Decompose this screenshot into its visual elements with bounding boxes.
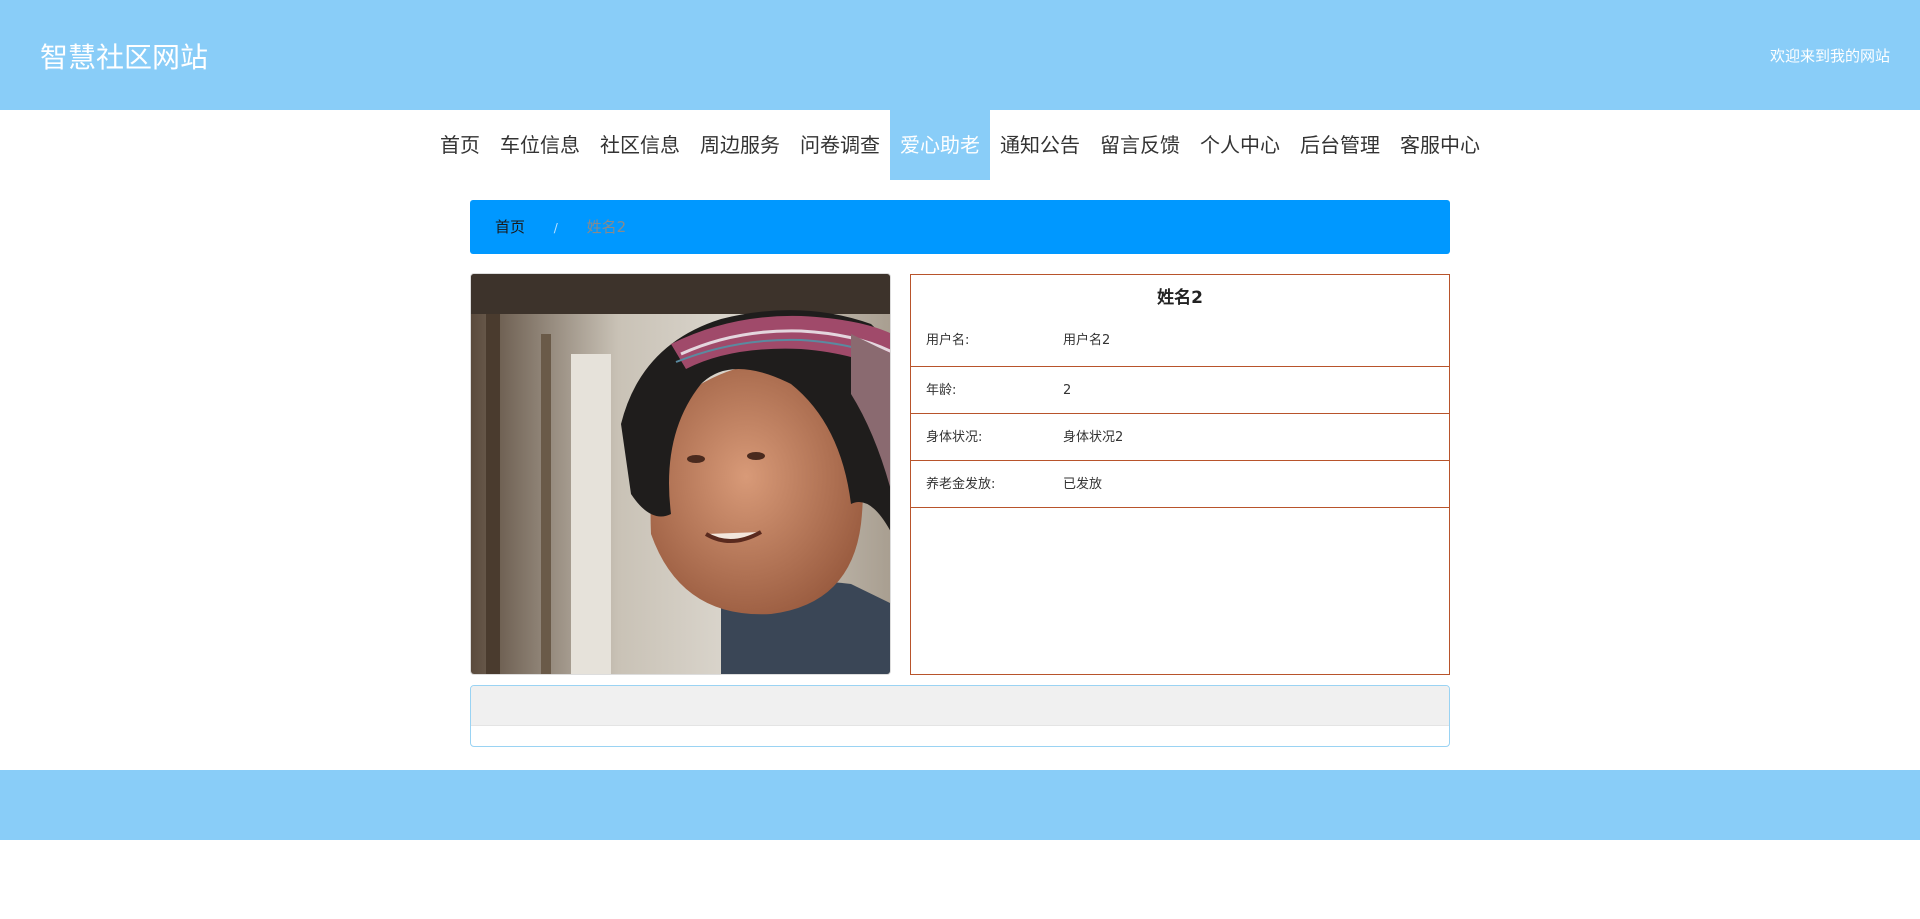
health-label: 身体状况: xyxy=(926,430,983,445)
nav-item-profile[interactable]: 个人中心 xyxy=(1190,110,1290,180)
nav-item-survey[interactable]: 问卷调查 xyxy=(790,110,890,180)
main-nav: 首页 车位信息 社区信息 周边服务 问卷调查 爱心助老 通知公告 留言反馈 个人中心 后台管理 客服… xyxy=(0,110,1920,180)
breadcrumb-separator: / xyxy=(553,221,558,235)
pension-value: 已发放 xyxy=(1063,477,1103,492)
detail-row-username: 用户名: 用户名2 xyxy=(911,321,1449,367)
nav-item-parking[interactable]: 车位信息 xyxy=(490,110,590,180)
health-value: 身体状况2 xyxy=(1063,430,1124,445)
nav-item-notices[interactable]: 通知公告 xyxy=(990,110,1090,180)
detail-row-pension: 养老金发放: 已发放 xyxy=(911,461,1449,508)
content-panel xyxy=(470,685,1450,747)
nav-item-admin[interactable]: 后台管理 xyxy=(1290,110,1390,180)
nav-item-community[interactable]: 社区信息 xyxy=(590,110,690,180)
elder-name: 姓名2 xyxy=(1157,288,1203,308)
username-label: 用户名: xyxy=(926,333,970,348)
elder-detail-card: 姓名2 用户名: 用户名2 年龄: 2 身体状况: 身体状况2 养老金发放: 已… xyxy=(910,274,1450,675)
site-title[interactable]: 智慧社区网站 xyxy=(40,36,208,76)
site-footer xyxy=(0,770,1920,840)
nav-item-services[interactable]: 周边服务 xyxy=(690,110,790,180)
site-header: 智慧社区网站 欢迎来到我的网站 xyxy=(0,0,1920,110)
detail-row-health: 身体状况: 身体状况2 xyxy=(911,414,1449,461)
content-panel-header xyxy=(471,686,1449,726)
nav-item-elderly-care[interactable]: 爱心助老 xyxy=(890,110,990,180)
elder-photo xyxy=(470,273,891,675)
detail-row-age: 年龄: 2 xyxy=(911,367,1449,414)
welcome-text: 欢迎来到我的网站 xyxy=(1769,47,1890,65)
age-value: 2 xyxy=(1063,383,1072,398)
age-label: 年龄: xyxy=(926,383,957,398)
pension-label: 养老金发放: xyxy=(926,477,996,492)
breadcrumb-current: 姓名2 xyxy=(586,218,627,236)
nav-item-support[interactable]: 客服中心 xyxy=(1390,110,1490,180)
breadcrumb-home-link[interactable]: 首页 xyxy=(495,218,525,236)
nav-item-feedback[interactable]: 留言反馈 xyxy=(1090,110,1190,180)
nav-item-home[interactable]: 首页 xyxy=(430,110,490,180)
breadcrumb: 首页 / 姓名2 xyxy=(470,200,1450,254)
username-value: 用户名2 xyxy=(1063,333,1111,348)
